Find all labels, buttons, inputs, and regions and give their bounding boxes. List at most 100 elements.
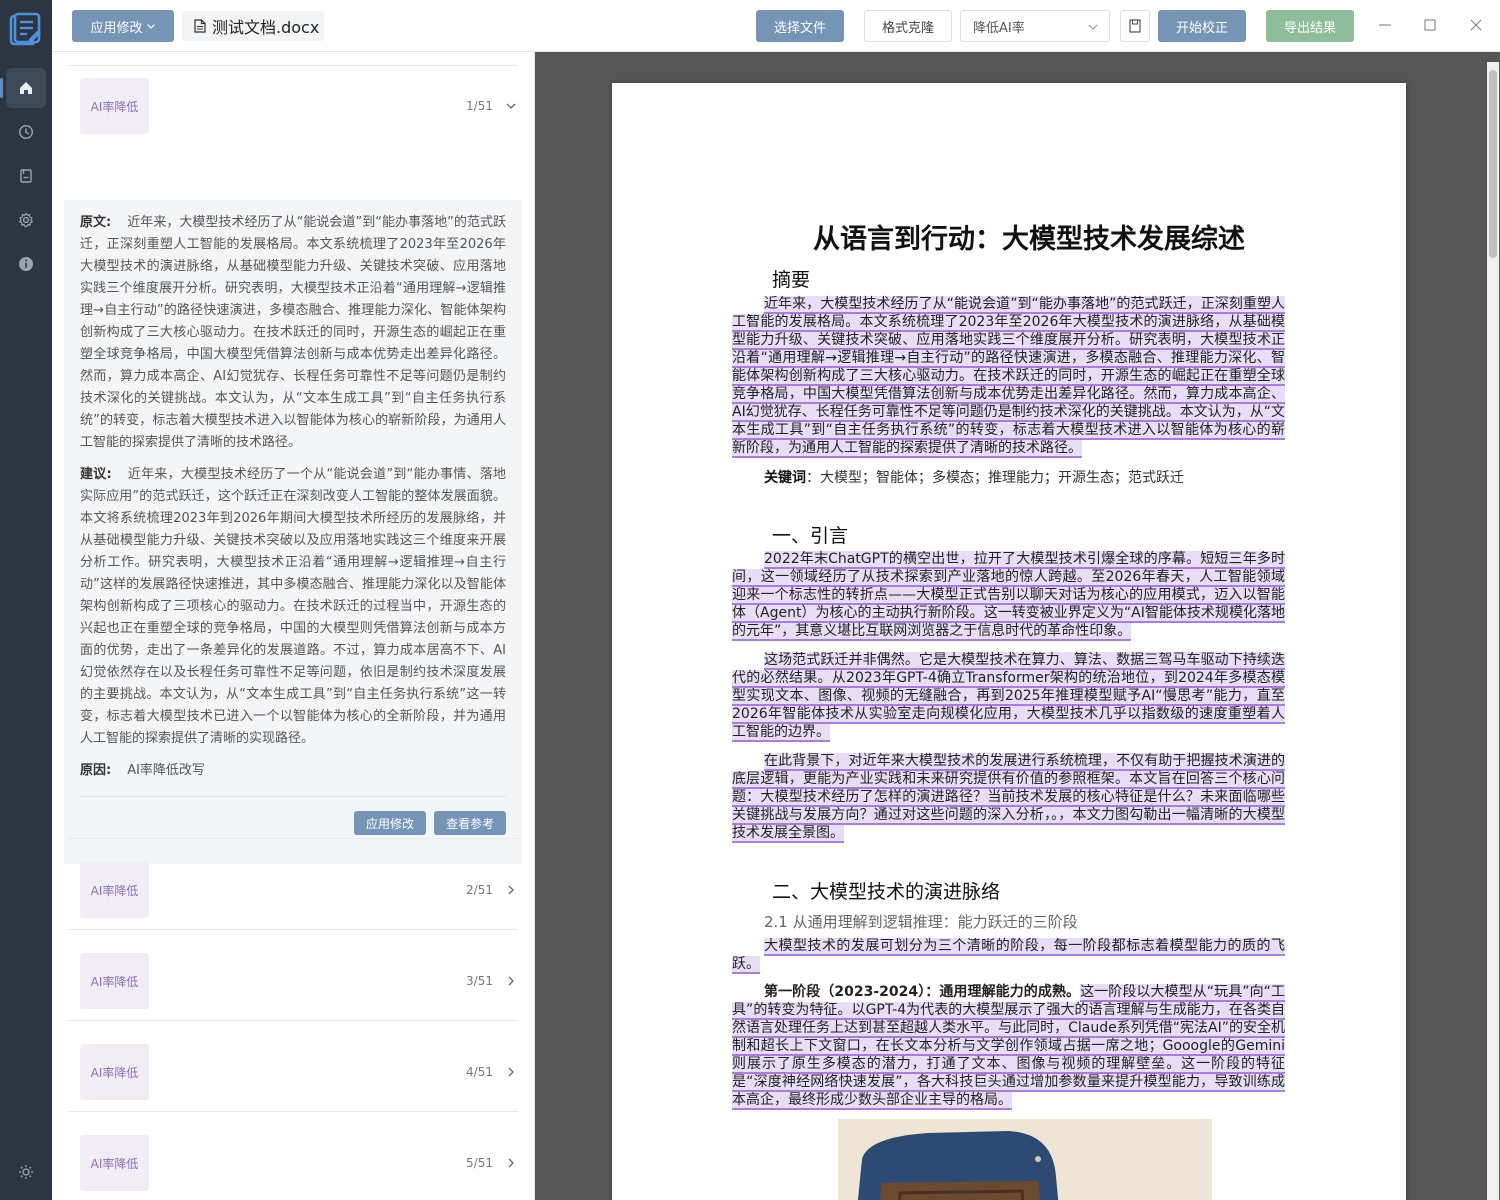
stage-lead-text: 第一阶段（2023-2024）：通用理解能力的成熟。 — [764, 984, 1081, 1000]
maximize-icon — [1424, 19, 1436, 31]
suggestion-item-4[interactable]: AI率降低 4/51 — [68, 1037, 523, 1107]
view-reference-button[interactable]: 查看参考 — [434, 811, 506, 835]
suggest-content: 近年来，大模型技术经历了一个从“能说会道”到“能办事情、落地实际应用”的范式跃迁… — [80, 467, 506, 746]
apply-change-button[interactable]: 应用修改 — [354, 811, 426, 835]
highlight-span[interactable]: 大模型技术的发展可划分为三个清晰的阶段，每一阶段都标志着模型能力的质的飞跃。 — [732, 938, 1285, 974]
document-viewer: 从语言到行动：大模型技术发展综述 摘要 近年来，大模型技术经历了从“能说会道”到… — [535, 52, 1500, 1200]
highlight-span[interactable]: 这场范式跃迁并非偶然。它是大模型技术在算力、算法、数据三驾马车驱动下持续迭代的必… — [732, 652, 1285, 742]
document-title: 从语言到行动：大模型技术发展综述 — [813, 224, 1245, 255]
close-icon — [1470, 19, 1482, 31]
reason-text: 原因: AI率降低改写 — [80, 760, 506, 782]
suggested-text: 建议: 近年来，大模型技术经历了一个从“能说会道”到“能办事情、落地实际应用”的范… — [80, 464, 506, 750]
type-badge: AI率降低 — [80, 78, 149, 134]
document-page: 从语言到行动：大模型技术发展综述 摘要 近年来，大模型技术经历了从“能说会道”到… — [612, 83, 1406, 1200]
minimize-button[interactable] — [1376, 16, 1394, 34]
original-content: 近年来，大模型技术经历了从“能说会道”到“能办事落地”的范式跃迁，正深刻重塑人工… — [80, 215, 506, 450]
app-logo-icon[interactable] — [9, 12, 43, 48]
scrollbar-thumb[interactable] — [1489, 70, 1497, 258]
home-icon — [20, 82, 32, 94]
highlight-span[interactable]: 2022年末ChatGPT的横空出世，拉开了大模型技术引爆全球的序幕。短短三年多… — [732, 551, 1285, 641]
nav-home[interactable] — [0, 68, 46, 108]
minimize-icon — [1379, 24, 1391, 26]
item-count: 5/51 — [466, 1156, 493, 1170]
divider — [68, 929, 518, 930]
intro-paragraph-3[interactable]: 在此背景下，对近年来大模型技术的发展进行系统梳理，不仅有助于把握技术演进的底层逻… — [732, 752, 1285, 843]
suggestion-panel: AI率降低 1/51 原文: 近年来，大模型技术经历了从“能说会道”到“能办事落地… — [52, 52, 535, 1200]
abstract-paragraph[interactable]: 近年来，大模型技术经历了从“能说会道”到“能办事落地”的范式跃迁，正深刻重塑人工… — [732, 295, 1285, 458]
subsection-heading: 2.1 从通用理解到逻辑推理：能力跃迁的三阶段 — [764, 913, 1078, 931]
body-paragraph-4[interactable]: 大模型技术的发展可划分为三个清晰的阶段，每一阶段都标志着模型能力的质的飞跃。 — [732, 937, 1285, 974]
illustration-image — [838, 1119, 1212, 1200]
suggest-label: 建议: — [80, 467, 112, 482]
keywords-value: ：大模型；智能体；多模态；推理能力；开源生态；范式跃迁 — [806, 470, 1184, 486]
chevron-down-icon[interactable] — [505, 100, 517, 112]
divider — [80, 796, 506, 797]
original-text: 原文: 近年来，大模型技术经历了从“能说会道”到“能办事落地”的范式跃迁，正深刻重… — [80, 212, 506, 454]
export-label: 导出结果 — [1283, 20, 1336, 36]
nav-info[interactable] — [6, 244, 46, 284]
chevron-right-icon[interactable] — [505, 975, 517, 987]
type-badge: AI率降低 — [80, 1135, 149, 1191]
intro-paragraph-2[interactable]: 这场范式跃迁并非偶然。它是大模型技术在算力、算法、数据三驾马车驱动下持续迭代的必… — [732, 651, 1285, 742]
save-icon — [1129, 19, 1141, 33]
theme-icon — [19, 1165, 33, 1179]
mode-select[interactable]: 降低AI率 — [960, 10, 1110, 42]
chevron-down-icon — [146, 24, 155, 29]
highlight-span[interactable]: 这一阶段以大模型从“玩具”向“工具”的转变为特征。以GPT-4为代表的大模型展示… — [732, 984, 1285, 1110]
apply-dropdown-button[interactable]: 应用修改 — [72, 10, 174, 42]
format-clone-button[interactable]: 格式克隆 — [864, 10, 952, 42]
mode-select-value: 降低AI率 — [973, 20, 1025, 36]
item-count: 2/51 — [466, 883, 493, 897]
suggestion-item-3[interactable]: AI率降低 3/51 — [68, 946, 523, 1016]
abstract-heading: 摘要 — [772, 269, 811, 291]
nav-history[interactable] — [6, 112, 46, 152]
file-tab[interactable]: 测试文档.docx — [182, 11, 324, 41]
suggestion-item-2[interactable]: AI率降低 2/51 — [68, 855, 523, 925]
divider — [68, 1020, 518, 1021]
apply-dropdown-label: 应用修改 — [90, 20, 143, 36]
reason-content: AI率降低改写 — [127, 763, 205, 778]
suggestion-detail: 原文: 近年来，大模型技术经历了从“能说会道”到“能办事落地”的范式跃迁，正深刻重… — [64, 200, 522, 864]
type-badge: AI率降低 — [80, 1044, 149, 1100]
suggestion-item-5[interactable]: AI率降低 5/51 — [68, 1128, 523, 1198]
divider — [68, 65, 518, 66]
keywords-label: 关键词 — [764, 470, 806, 486]
chevron-right-icon[interactable] — [505, 1066, 517, 1078]
format-clone-label: 格式克隆 — [881, 20, 934, 36]
close-button[interactable] — [1467, 16, 1485, 34]
intro-paragraph-1[interactable]: 2022年末ChatGPT的横空出世，拉开了大模型技术引爆全球的序幕。短短三年多… — [732, 550, 1285, 641]
chevron-right-icon[interactable] — [505, 1157, 517, 1169]
highlight-span[interactable]: 近年来，大模型技术经历了从“能说会道”到“能办事落地”的范式跃迁，正深刻重塑人工… — [732, 296, 1285, 458]
start-correction-button[interactable]: 开始校正 — [1158, 10, 1246, 42]
export-button[interactable]: 导出结果 — [1266, 10, 1354, 42]
nav-theme[interactable] — [6, 1152, 46, 1192]
suggestion-item-1[interactable]: AI率降低 1/51 — [68, 71, 523, 141]
chevron-down-icon — [1088, 24, 1098, 30]
section-heading-2: 二、大模型技术的演进脉络 — [772, 881, 1001, 903]
item-count: 3/51 — [466, 974, 493, 988]
nav-library[interactable] — [6, 156, 46, 196]
nav-settings[interactable] — [6, 200, 46, 240]
chevron-right-icon[interactable] — [505, 884, 517, 896]
vertical-scrollbar[interactable] — [1487, 62, 1499, 1200]
history-icon — [18, 124, 34, 140]
reason-label: 原因: — [80, 763, 112, 778]
book-icon — [20, 169, 32, 183]
type-badge: AI率降低 — [80, 862, 149, 918]
file-name: 测试文档.docx — [212, 18, 320, 37]
start-correction-label: 开始校正 — [1175, 20, 1228, 36]
settings-icon — [18, 212, 34, 228]
body-paragraph-5[interactable]: 第一阶段（2023-2024）：通用理解能力的成熟。这一阶段以大模型从“玩具”向… — [732, 983, 1285, 1110]
choose-file-button[interactable]: 选择文件 — [756, 10, 844, 42]
section-heading-1: 一、引言 — [772, 525, 849, 547]
top-toolbar: 应用修改 测试文档.docx 选择文件 格式克隆 降低AI率 开始校正 导出结果 — [52, 0, 1500, 52]
document-icon — [194, 19, 206, 33]
choose-file-label: 选择文件 — [773, 20, 826, 36]
maximize-button[interactable] — [1421, 16, 1439, 34]
info-icon — [19, 257, 33, 271]
original-label: 原文: — [80, 215, 112, 230]
app-rail — [0, 0, 52, 1200]
save-button[interactable] — [1120, 10, 1150, 42]
divider — [68, 1111, 518, 1112]
highlight-span[interactable]: 在此背景下，对近年来大模型技术的发展进行系统梳理，不仅有助于把握技术演进的底层逻… — [732, 753, 1285, 843]
